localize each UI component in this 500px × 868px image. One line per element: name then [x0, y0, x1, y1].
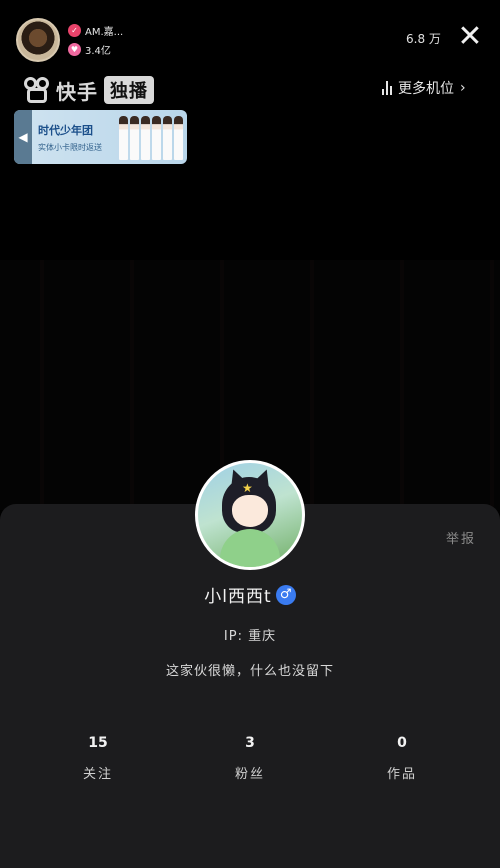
profile-ip-location: IP: 重庆: [223, 629, 277, 644]
stat-following-label: 关注: [82, 767, 113, 782]
streamer-info: ✓ AM.嘉... ♥ 3.4亿: [68, 23, 123, 57]
report-button[interactable]: 举报: [446, 528, 476, 547]
stat-works-label: 作品: [386, 767, 417, 782]
viewer-count: 6.8 万: [406, 32, 441, 46]
streamer-name: AM.嘉...: [85, 27, 124, 38]
stat-works-value: 0: [397, 735, 407, 751]
banner-subtitle: 实体小卡限时返送: [38, 142, 102, 152]
promo-banner[interactable]: ◀ 时代少年团 实体小卡限时返送: [14, 110, 187, 164]
brand-tag: 独播: [104, 76, 154, 104]
banner-text: 时代少年团 实体小卡限时返送: [32, 122, 102, 153]
profile-avatar-image: ★: [198, 463, 302, 567]
profile-avatar[interactable]: ★: [195, 460, 305, 570]
stat-fans-value: 3: [245, 735, 255, 751]
streamer-name-row: ✓ AM.嘉...: [68, 23, 123, 38]
heart-icon: ♥: [68, 43, 81, 56]
collapse-arrow-icon[interactable]: ◀: [14, 110, 32, 164]
profile-stats: 15 关注 3 粉丝 0 作品: [0, 735, 500, 785]
stat-works[interactable]: 0 作品: [362, 735, 442, 782]
banner-group-photo: [119, 116, 183, 160]
stat-fans-label: 粉丝: [234, 767, 265, 782]
stat-following-value: 15: [88, 735, 108, 751]
close-button[interactable]: ✕: [457, 22, 483, 52]
streamer-avatar[interactable]: [16, 18, 60, 62]
more-positions-label: 更多机位: [398, 81, 454, 97]
verified-icon: ✓: [68, 24, 81, 37]
camera-positions-icon: [382, 81, 392, 95]
banner-title: 时代少年团: [38, 123, 93, 137]
streamer-header[interactable]: ✓ AM.嘉... ♥ 3.4亿: [16, 18, 123, 62]
profile-bio: 这家伙很懒，什么也没留下: [165, 664, 334, 679]
kuaishou-logo-icon: [24, 77, 50, 103]
more-positions-button[interactable]: 更多机位 ›: [382, 78, 466, 98]
profile-username: 小l西西t: [204, 587, 272, 607]
brand-name: 快手: [56, 79, 98, 104]
stat-following[interactable]: 15 关注: [58, 735, 138, 782]
streamer-likes-row: ♥ 3.4亿: [68, 42, 123, 57]
male-gender-icon: ♂: [275, 584, 296, 605]
stat-fans[interactable]: 3 粉丝: [210, 735, 290, 782]
username-row: 小l西西t ♂: [0, 582, 500, 607]
chevron-right-icon: ›: [460, 80, 466, 96]
streamer-likes: 3.4亿: [85, 46, 111, 57]
brand-watermark: 快手 独播: [24, 76, 154, 104]
